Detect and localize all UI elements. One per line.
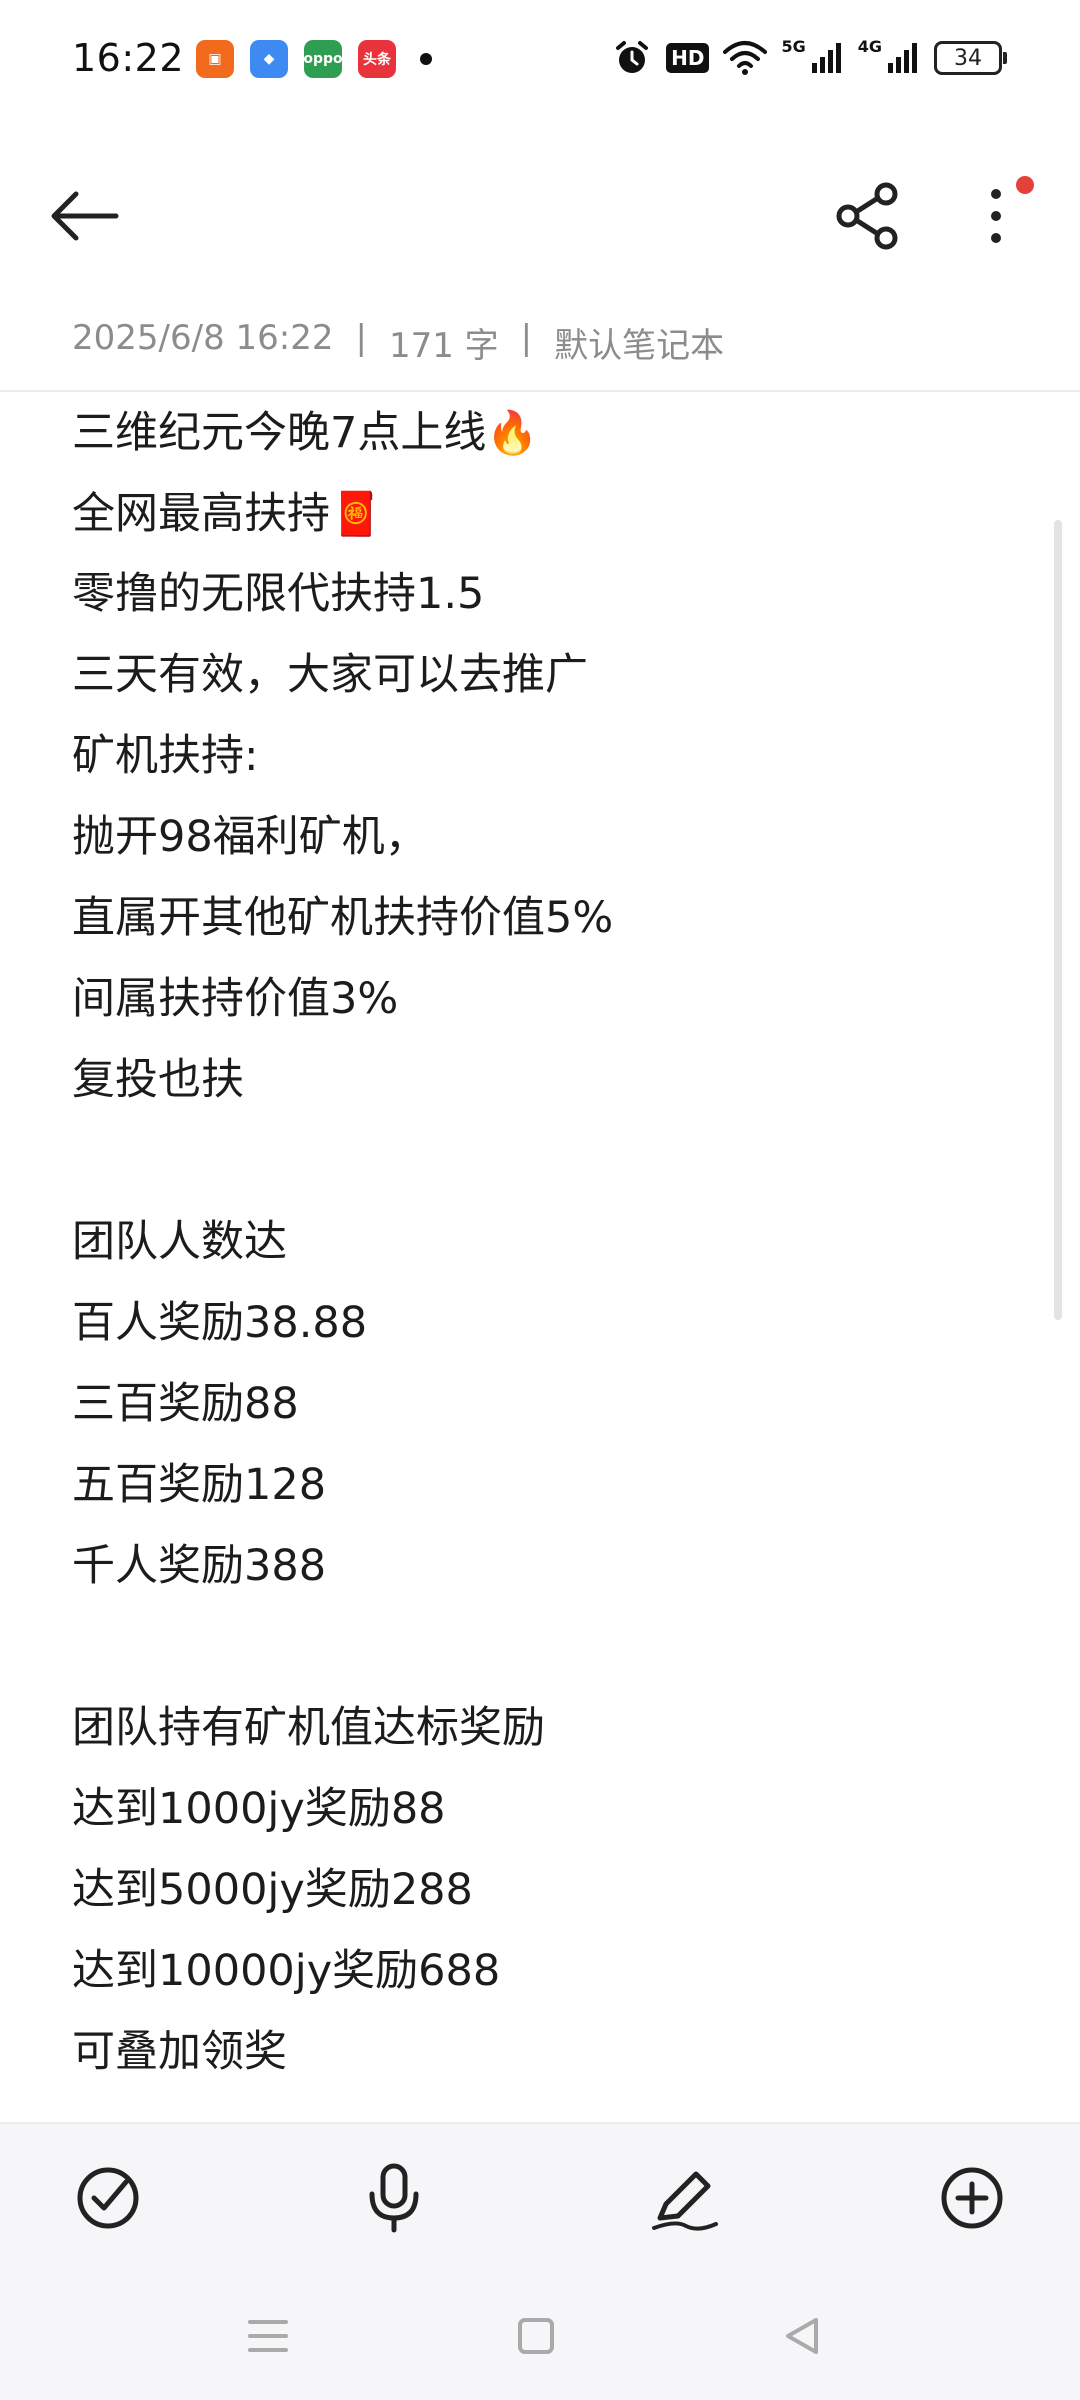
note-line-text: 全网最高扶持 [72, 489, 330, 539]
note-meta: 2025/6/8 16:22 | 171 字 | 默认笔记本 [72, 318, 724, 367]
orange-app-icon: ▣ [196, 40, 234, 78]
alarm-icon [616, 41, 649, 73]
menu-icon[interactable] [242, 2310, 294, 2362]
note-screen: 16:22 ▣ ◆ oppo 头条 HD 5G 4G 34 2025/6/8 1… [0, 0, 1080, 2400]
note-line-text: 三天有效，大家可以去推广 [72, 650, 588, 700]
note-line-text: 达到10000jy奖励688 [72, 1946, 501, 1996]
note-line-text: 零撸的无限代扶持1.5 [72, 569, 485, 619]
checklist-icon[interactable] [70, 2160, 146, 2236]
note-datetime: 2025/6/8 16:22 [72, 318, 334, 358]
bottom-action-bar [0, 2122, 1080, 2274]
note-line-text: 三维纪元今晚7点上线 [72, 408, 487, 458]
signal-icon-2 [888, 43, 917, 73]
system-nav-bar [0, 2272, 1080, 2400]
handwriting-pen-icon[interactable] [646, 2160, 722, 2236]
battery-level: 34 [954, 45, 982, 71]
note-line: 达到10000jy奖励688 [72, 1931, 1032, 2012]
home-square-icon[interactable] [510, 2310, 562, 2362]
note-line: 百人奖励38.88 [72, 1283, 1032, 1364]
note-line: 团队人数达 [72, 1202, 1032, 1283]
note-line: 三天有效，大家可以去推广 [72, 635, 1032, 716]
meta-separator: | [520, 318, 533, 358]
note-line: 达到5000jy奖励288 [72, 1850, 1032, 1931]
note-line: 三维纪元今晚7点上线🔥 [72, 392, 1032, 473]
note-line: 五百奖励128 [72, 1445, 1032, 1526]
toutiao-app-icon: 头条 [358, 40, 396, 78]
note-emoji: 🧧 [330, 489, 383, 538]
microphone-icon[interactable] [356, 2160, 432, 2236]
note-line: 复投也扶 [72, 1040, 1032, 1121]
network-4g-label: 4G [857, 36, 882, 56]
battery-icon: 34 [934, 41, 1007, 75]
hd-badge: HD [666, 43, 710, 73]
note-line-text: 直属开其他矿机扶持价值5% [72, 893, 614, 943]
blue-app-icon: ◆ [250, 40, 288, 78]
notification-dot [1016, 176, 1034, 194]
note-line-text: 团队人数达 [72, 1217, 287, 1267]
note-line [72, 1607, 1032, 1688]
note-line-text: 五百奖励128 [72, 1460, 327, 1510]
top-toolbar [0, 150, 1080, 280]
status-bar: 16:22 ▣ ◆ oppo 头条 HD 5G 4G 34 [0, 0, 1080, 120]
note-line: 全网最高扶持🧧 [72, 473, 1032, 554]
note-content[interactable]: 三维纪元今晚7点上线🔥 全网最高扶持🧧 零撸的无限代扶持1.5 三天有效，大家可以去推… [72, 392, 1032, 2093]
oppo-app-icon: oppo [304, 40, 342, 78]
more-notifications-dot [420, 53, 432, 65]
back-arrow-icon[interactable] [46, 178, 122, 254]
note-line: 达到1000jy奖励88 [72, 1769, 1032, 1850]
note-line: 团队持有矿机值达标奖励 [72, 1688, 1032, 1769]
meta-separator: | [355, 318, 367, 358]
note-line: 三百奖励88 [72, 1364, 1032, 1445]
note-line: 零撸的无限代扶持1.5 [72, 554, 1032, 635]
status-time: 16:22 [72, 36, 185, 80]
note-line: 抛开98福利矿机， [72, 797, 1032, 878]
note-line-text: 达到1000jy奖励88 [72, 1784, 446, 1834]
add-circle-icon[interactable] [934, 2160, 1010, 2236]
notification-icons: ▣ ◆ oppo 头条 [196, 40, 432, 78]
note-line-text: 抛开98福利矿机， [72, 812, 428, 862]
note-line-text: 三百奖励88 [72, 1379, 299, 1429]
note-line: 千人奖励388 [72, 1526, 1032, 1607]
share-icon[interactable] [830, 178, 906, 254]
note-line-text: 团队持有矿机值达标奖励 [72, 1703, 545, 1753]
note-line: 直属开其他矿机扶持价值5% [72, 878, 1032, 959]
note-line-text: 可叠加领奖 [72, 2027, 287, 2077]
note-line: 矿机扶持: [72, 716, 1032, 797]
signal-icon [811, 43, 841, 73]
note-line-text: 千人奖励388 [72, 1541, 327, 1591]
wifi-icon [723, 41, 768, 75]
note-line: 可叠加领奖 [72, 2012, 1032, 2093]
note-line: 间属扶持价值3% [72, 959, 1032, 1040]
notebook-name[interactable]: 默认笔记本 [554, 318, 724, 367]
system-icons: HD 5G 4G 34 [612, 36, 1007, 78]
note-line-text: 间属扶持价值3% [72, 974, 399, 1024]
note-emoji: 🔥 [486, 408, 539, 457]
note-line-text: 矿机扶持: [72, 731, 259, 781]
note-line-text: 复投也扶 [72, 1055, 244, 1105]
network-5g-label: 5G [781, 36, 806, 56]
scrollbar[interactable] [1054, 520, 1062, 1320]
note-line-text: 达到5000jy奖励288 [72, 1865, 473, 1915]
note-line-text: 百人奖励38.88 [72, 1298, 368, 1348]
note-word-count: 171 字 [388, 326, 499, 366]
back-triangle-icon[interactable] [776, 2310, 828, 2362]
note-line [72, 1121, 1032, 1202]
